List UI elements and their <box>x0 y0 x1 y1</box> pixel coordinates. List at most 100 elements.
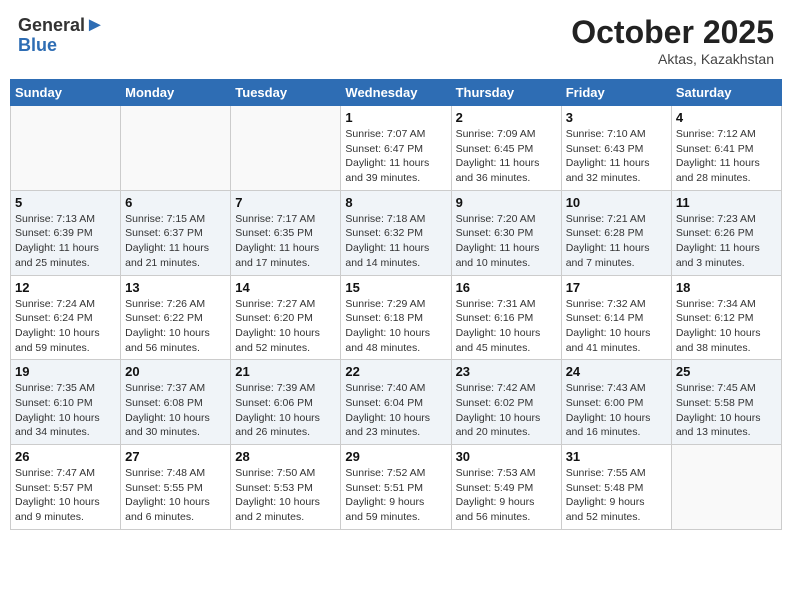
day-info: Sunrise: 7:09 AM Sunset: 6:45 PM Dayligh… <box>456 127 557 186</box>
day-info: Sunrise: 7:31 AM Sunset: 6:16 PM Dayligh… <box>456 297 557 356</box>
weekday-header-monday: Monday <box>121 80 231 106</box>
day-info: Sunrise: 7:27 AM Sunset: 6:20 PM Dayligh… <box>235 297 336 356</box>
day-number: 2 <box>456 110 557 125</box>
calendar-week-row: 12 Sunrise: 7:24 AM Sunset: 6:24 PM Dayli… <box>11 275 782 360</box>
weekday-header-thursday: Thursday <box>451 80 561 106</box>
calendar-week-row: 5 Sunrise: 7:13 AM Sunset: 6:39 PM Daylig… <box>11 190 782 275</box>
day-number: 29 <box>345 449 446 464</box>
day-info: Sunrise: 7:40 AM Sunset: 6:04 PM Dayligh… <box>345 381 446 440</box>
calendar-cell <box>231 106 341 191</box>
day-info: Sunrise: 7:23 AM Sunset: 6:26 PM Dayligh… <box>676 212 777 271</box>
day-info: Sunrise: 7:15 AM Sunset: 6:37 PM Dayligh… <box>125 212 226 271</box>
day-number: 31 <box>566 449 667 464</box>
day-number: 10 <box>566 195 667 210</box>
weekday-header-sunday: Sunday <box>11 80 121 106</box>
day-number: 15 <box>345 280 446 295</box>
day-number: 4 <box>676 110 777 125</box>
calendar-week-row: 19 Sunrise: 7:35 AM Sunset: 6:10 PM Dayli… <box>11 360 782 445</box>
calendar-cell: 24 Sunrise: 7:43 AM Sunset: 6:00 PM Dayli… <box>561 360 671 445</box>
day-info: Sunrise: 7:17 AM Sunset: 6:35 PM Dayligh… <box>235 212 336 271</box>
weekday-header-wednesday: Wednesday <box>341 80 451 106</box>
calendar-cell: 1 Sunrise: 7:07 AM Sunset: 6:47 PM Daylig… <box>341 106 451 191</box>
calendar-cell: 15Sunrise: 7:29 AM Sunset: 6:18 PM Dayli… <box>341 275 451 360</box>
calendar-cell: 19 Sunrise: 7:35 AM Sunset: 6:10 PM Dayli… <box>11 360 121 445</box>
day-info: Sunrise: 7:24 AM Sunset: 6:24 PM Dayligh… <box>15 297 116 356</box>
day-number: 26 <box>15 449 116 464</box>
calendar-cell: 17 Sunrise: 7:32 AM Sunset: 6:14 PM Dayli… <box>561 275 671 360</box>
day-info: Sunrise: 7:48 AM Sunset: 5:55 PM Dayligh… <box>125 466 226 525</box>
weekday-header-friday: Friday <box>561 80 671 106</box>
day-number: 16 <box>456 280 557 295</box>
calendar-cell: 11Sunrise: 7:23 AM Sunset: 6:26 PM Dayli… <box>671 190 781 275</box>
page-header: General► Blue October 2025 Aktas, Kazakh… <box>10 10 782 71</box>
day-number: 1 <box>345 110 446 125</box>
calendar-cell: 25Sunrise: 7:45 AM Sunset: 5:58 PM Dayli… <box>671 360 781 445</box>
calendar-cell: 5 Sunrise: 7:13 AM Sunset: 6:39 PM Daylig… <box>11 190 121 275</box>
calendar-cell: 20Sunrise: 7:37 AM Sunset: 6:08 PM Dayli… <box>121 360 231 445</box>
day-number: 9 <box>456 195 557 210</box>
day-number: 12 <box>15 280 116 295</box>
day-info: Sunrise: 7:07 AM Sunset: 6:47 PM Dayligh… <box>345 127 446 186</box>
day-info: Sunrise: 7:39 AM Sunset: 6:06 PM Dayligh… <box>235 381 336 440</box>
day-info: Sunrise: 7:34 AM Sunset: 6:12 PM Dayligh… <box>676 297 777 356</box>
day-info: Sunrise: 7:50 AM Sunset: 5:53 PM Dayligh… <box>235 466 336 525</box>
day-number: 8 <box>345 195 446 210</box>
day-info: Sunrise: 7:26 AM Sunset: 6:22 PM Dayligh… <box>125 297 226 356</box>
day-number: 27 <box>125 449 226 464</box>
day-info: Sunrise: 7:43 AM Sunset: 6:00 PM Dayligh… <box>566 381 667 440</box>
calendar-cell: 22 Sunrise: 7:40 AM Sunset: 6:04 PM Dayli… <box>341 360 451 445</box>
day-number: 23 <box>456 364 557 379</box>
day-info: Sunrise: 7:55 AM Sunset: 5:48 PM Dayligh… <box>566 466 667 525</box>
day-info: Sunrise: 7:32 AM Sunset: 6:14 PM Dayligh… <box>566 297 667 356</box>
logo: General► Blue <box>18 14 105 56</box>
day-number: 14 <box>235 280 336 295</box>
day-number: 7 <box>235 195 336 210</box>
day-number: 22 <box>345 364 446 379</box>
day-info: Sunrise: 7:20 AM Sunset: 6:30 PM Dayligh… <box>456 212 557 271</box>
calendar-cell: 8Sunrise: 7:18 AM Sunset: 6:32 PM Daylig… <box>341 190 451 275</box>
calendar-cell: 31 Sunrise: 7:55 AM Sunset: 5:48 PM Dayli… <box>561 445 671 530</box>
calendar-header-row: SundayMondayTuesdayWednesdayThursdayFrid… <box>11 80 782 106</box>
month-title: October 2025 <box>571 14 774 51</box>
calendar-cell: 18Sunrise: 7:34 AM Sunset: 6:12 PM Dayli… <box>671 275 781 360</box>
calendar-cell: 21 Sunrise: 7:39 AM Sunset: 6:06 PM Dayli… <box>231 360 341 445</box>
logo-blue: Blue <box>18 35 57 55</box>
day-info: Sunrise: 7:35 AM Sunset: 6:10 PM Dayligh… <box>15 381 116 440</box>
calendar-cell: 28 Sunrise: 7:50 AM Sunset: 5:53 PM Dayli… <box>231 445 341 530</box>
day-info: Sunrise: 7:53 AM Sunset: 5:49 PM Dayligh… <box>456 466 557 525</box>
day-info: Sunrise: 7:10 AM Sunset: 6:43 PM Dayligh… <box>566 127 667 186</box>
calendar-week-row: 26 Sunrise: 7:47 AM Sunset: 5:57 PM Dayli… <box>11 445 782 530</box>
calendar-cell: 29Sunrise: 7:52 AM Sunset: 5:51 PM Dayli… <box>341 445 451 530</box>
day-number: 28 <box>235 449 336 464</box>
calendar-cell: 6Sunrise: 7:15 AM Sunset: 6:37 PM Daylig… <box>121 190 231 275</box>
day-info: Sunrise: 7:42 AM Sunset: 6:02 PM Dayligh… <box>456 381 557 440</box>
calendar-cell: 30 Sunrise: 7:53 AM Sunset: 5:49 PM Dayli… <box>451 445 561 530</box>
logo-arrow-icon: ► <box>85 14 105 36</box>
calendar-table: SundayMondayTuesdayWednesdayThursdayFrid… <box>10 79 782 530</box>
weekday-header-saturday: Saturday <box>671 80 781 106</box>
day-info: Sunrise: 7:47 AM Sunset: 5:57 PM Dayligh… <box>15 466 116 525</box>
calendar-cell: 7 Sunrise: 7:17 AM Sunset: 6:35 PM Daylig… <box>231 190 341 275</box>
calendar-cell <box>671 445 781 530</box>
day-number: 5 <box>15 195 116 210</box>
title-block: October 2025 Aktas, Kazakhstan <box>571 14 774 67</box>
calendar-cell: 2 Sunrise: 7:09 AM Sunset: 6:45 PM Daylig… <box>451 106 561 191</box>
day-number: 30 <box>456 449 557 464</box>
day-number: 3 <box>566 110 667 125</box>
calendar-cell: 26 Sunrise: 7:47 AM Sunset: 5:57 PM Dayli… <box>11 445 121 530</box>
day-info: Sunrise: 7:13 AM Sunset: 6:39 PM Dayligh… <box>15 212 116 271</box>
calendar-cell: 16 Sunrise: 7:31 AM Sunset: 6:16 PM Dayli… <box>451 275 561 360</box>
calendar-cell: 13 Sunrise: 7:26 AM Sunset: 6:22 PM Dayli… <box>121 275 231 360</box>
day-number: 19 <box>15 364 116 379</box>
day-number: 17 <box>566 280 667 295</box>
day-info: Sunrise: 7:12 AM Sunset: 6:41 PM Dayligh… <box>676 127 777 186</box>
day-info: Sunrise: 7:21 AM Sunset: 6:28 PM Dayligh… <box>566 212 667 271</box>
day-number: 21 <box>235 364 336 379</box>
day-number: 24 <box>566 364 667 379</box>
day-info: Sunrise: 7:45 AM Sunset: 5:58 PM Dayligh… <box>676 381 777 440</box>
day-info: Sunrise: 7:37 AM Sunset: 6:08 PM Dayligh… <box>125 381 226 440</box>
calendar-cell: 12 Sunrise: 7:24 AM Sunset: 6:24 PM Dayli… <box>11 275 121 360</box>
calendar-cell: 10 Sunrise: 7:21 AM Sunset: 6:28 PM Dayli… <box>561 190 671 275</box>
location: Aktas, Kazakhstan <box>571 51 774 67</box>
day-number: 13 <box>125 280 226 295</box>
